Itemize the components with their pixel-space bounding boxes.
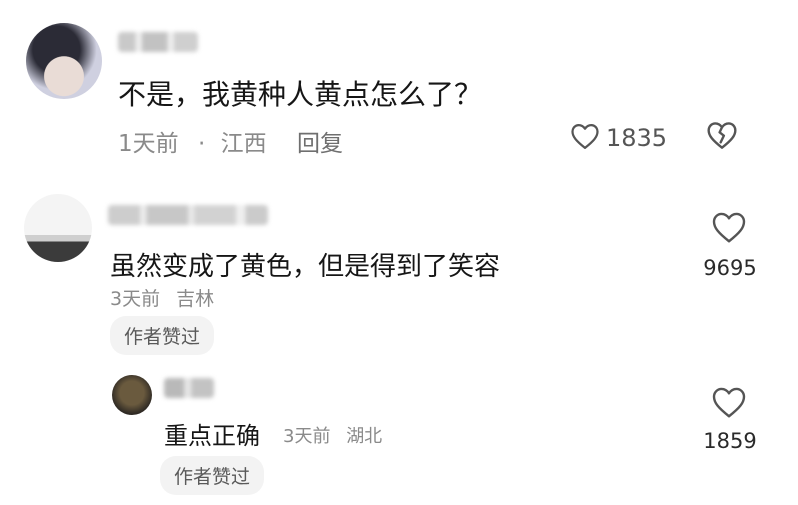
username-blurred[interactable] [108,205,268,225]
comment-meta: 1天前 · 江西 [118,124,267,158]
avatar[interactable] [112,375,152,415]
comment-meta: 3天前 吉林 [110,284,214,311]
username-blurred[interactable] [118,32,198,52]
like-button[interactable] [711,210,746,243]
avatar[interactable] [24,194,92,262]
avatar[interactable] [26,23,102,99]
heart-outline-icon [571,124,599,149]
comment-time: 3天前 [110,288,161,310]
like-button[interactable] [711,385,746,418]
reply-time: 3天前 [283,426,331,447]
reply-button[interactable]: 回复 [297,124,343,158]
like-button[interactable] [570,122,604,154]
heart-outline-icon [712,212,746,243]
dislike-button[interactable] [706,120,740,152]
comment-location: 江西 [220,131,267,157]
like-count: 9695 [703,256,757,280]
author-liked-badge: 作者赞过 [110,316,215,355]
broken-heart-icon [707,122,737,149]
comment-text: 不是，我黄种人黄点怎么了？ [118,78,483,111]
author-liked-badge: 作者赞过 [160,456,265,495]
username-blurred[interactable] [164,378,214,398]
like-count: 1835 [606,124,668,152]
comment-text: 虽然变成了黄色，但是得到了笑容 [110,252,501,282]
reply-location: 湖北 [346,426,383,447]
comment-time: 1天前 [118,131,179,157]
comment-location: 吉林 [176,288,215,310]
like-count: 1859 [703,429,757,453]
reply-text: 重点正确 [164,422,260,450]
heart-outline-icon [712,387,746,418]
reply-meta: 3天前 湖北 [283,422,382,448]
meta-separator: · [197,131,206,157]
